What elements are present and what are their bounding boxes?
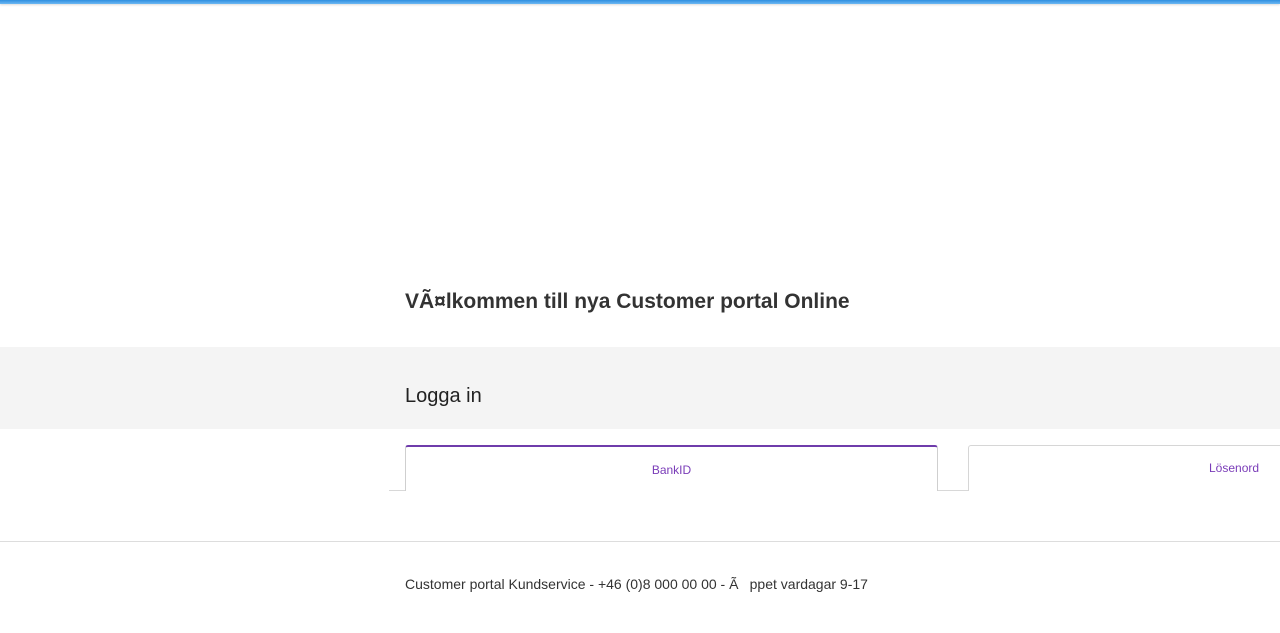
footer-divider — [0, 541, 1280, 542]
footer-contact-text: Customer portal Kundservice - +46 (0)8 0… — [405, 576, 868, 592]
tab-losenord-label: Lösenord — [1209, 461, 1260, 475]
login-heading: Logga in — [405, 385, 482, 407]
tab-losenord[interactable]: Lösenord — [968, 445, 1280, 491]
tab-bankid[interactable]: BankID — [405, 445, 938, 491]
top-accent-bar — [0, 0, 1280, 4]
login-header-band — [0, 347, 1280, 429]
tab-bankid-label: BankID — [651, 463, 692, 477]
page-title: VÃ¤lkommen till nya Customer portal Onli… — [405, 290, 850, 313]
